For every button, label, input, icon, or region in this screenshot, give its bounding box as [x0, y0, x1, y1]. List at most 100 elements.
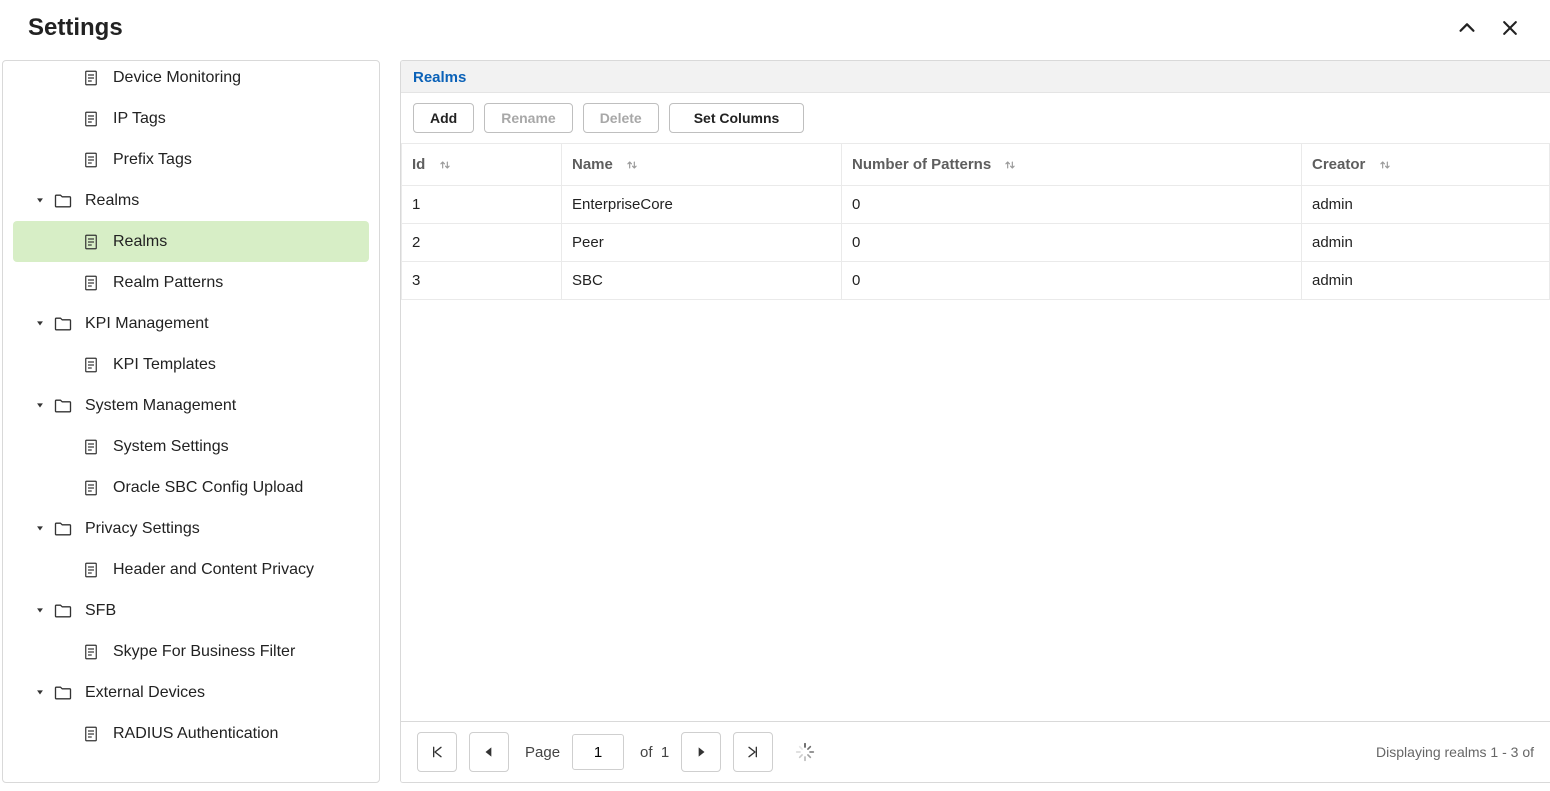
page-first-button[interactable]	[417, 732, 457, 772]
page-next-button[interactable]	[681, 732, 721, 772]
caret-down-icon[interactable]	[33, 192, 47, 210]
rename-button[interactable]: Rename	[484, 103, 572, 133]
col-creator[interactable]: Creator	[1302, 144, 1550, 186]
tree-item-label: IP Tags	[113, 110, 166, 128]
cell-creator: admin	[1302, 262, 1550, 300]
cell-patterns: 0	[842, 186, 1302, 224]
caret-down-icon[interactable]	[33, 315, 47, 333]
page-input[interactable]	[572, 734, 624, 770]
cell-creator: admin	[1302, 224, 1550, 262]
sort-icon	[438, 158, 452, 172]
col-name-label: Name	[572, 156, 613, 173]
tree-item[interactable]: System Settings	[3, 426, 379, 467]
tree-item[interactable]: IP Tags	[3, 98, 379, 139]
tree-item-label: Prefix Tags	[113, 151, 192, 169]
tree-item[interactable]: Device Monitoring	[3, 60, 379, 98]
folder-icon	[53, 683, 73, 703]
page-icon	[81, 273, 101, 293]
tree-item[interactable]: Oracle SBC Config Upload	[3, 467, 379, 508]
settings-header: Settings	[0, 0, 1550, 60]
caret-down-icon[interactable]	[33, 520, 47, 538]
col-id[interactable]: Id	[402, 144, 562, 186]
cell-id: 3	[402, 262, 562, 300]
folder-icon	[53, 314, 73, 334]
tree-item-label: RADIUS Authentication	[113, 725, 278, 743]
page-icon	[81, 478, 101, 498]
cell-name: Peer	[562, 224, 842, 262]
tree-item-label: Header and Content Privacy	[113, 561, 314, 579]
tree-item-label: KPI Management	[85, 315, 209, 333]
page-icon	[81, 355, 101, 375]
tree-folder[interactable]: Privacy Settings	[3, 508, 379, 549]
tree-item[interactable]: Skype For Business Filter	[3, 631, 379, 672]
folder-icon	[53, 519, 73, 539]
folder-icon	[53, 601, 73, 621]
page-icon	[81, 109, 101, 129]
caret-down-icon[interactable]	[33, 602, 47, 620]
tree-item[interactable]: Realms	[13, 221, 369, 262]
delete-button[interactable]: Delete	[583, 103, 659, 133]
page-icon	[81, 560, 101, 580]
settings-tree: Platform DevicesDevice MonitoringIP Tags…	[2, 60, 380, 783]
header-actions	[1456, 17, 1526, 39]
realms-toolbar: Add Rename Delete Set Columns	[401, 93, 1550, 144]
table-row[interactable]: 2Peer0admin	[402, 224, 1550, 262]
page-title: Settings	[28, 14, 1456, 42]
col-creator-label: Creator	[1312, 156, 1365, 173]
close-icon[interactable]	[1500, 18, 1520, 38]
page-last-button[interactable]	[733, 732, 773, 772]
sort-icon	[1003, 158, 1017, 172]
page-prev-button[interactable]	[469, 732, 509, 772]
tree-item-label: Skype For Business Filter	[113, 643, 295, 661]
realms-table: Id Name Number of Patterns	[401, 144, 1550, 300]
page-icon	[81, 642, 101, 662]
total-pages: 1	[661, 744, 669, 761]
tree-item-label: Realms	[85, 192, 139, 210]
page-icon	[81, 232, 101, 252]
tree-item-label: External Devices	[85, 684, 205, 702]
tree-item-label: SFB	[85, 602, 116, 620]
page-icon	[81, 150, 101, 170]
page-label: Page	[525, 744, 560, 761]
panel-title: Realms	[401, 61, 1550, 93]
caret-down-icon[interactable]	[33, 397, 47, 415]
tree-item[interactable]: KPI Templates	[3, 344, 379, 385]
tree-item-label: System Management	[85, 397, 236, 415]
tree-folder[interactable]: External Devices	[3, 672, 379, 713]
tree-folder[interactable]: KPI Management	[3, 303, 379, 344]
pagination-footer: Page of 1	[401, 721, 1550, 782]
tree-item-label: Realms	[113, 233, 167, 251]
col-name[interactable]: Name	[562, 144, 842, 186]
col-patterns[interactable]: Number of Patterns	[842, 144, 1302, 186]
cell-id: 1	[402, 186, 562, 224]
page-icon	[81, 68, 101, 88]
cell-patterns: 0	[842, 224, 1302, 262]
col-id-label: Id	[412, 156, 425, 173]
tree-item-label: Privacy Settings	[85, 520, 200, 538]
sort-icon	[1378, 158, 1392, 172]
cell-name: SBC	[562, 262, 842, 300]
tree-item[interactable]: Realm Patterns	[3, 262, 379, 303]
tree-folder[interactable]: System Management	[3, 385, 379, 426]
tree-item[interactable]: Prefix Tags	[3, 139, 379, 180]
collapse-icon[interactable]	[1456, 17, 1478, 39]
table-header-row: Id Name Number of Patterns	[402, 144, 1550, 186]
of-label: of	[640, 744, 653, 761]
caret-down-icon[interactable]	[33, 684, 47, 702]
add-button[interactable]: Add	[413, 103, 474, 133]
tree-item-label: KPI Templates	[113, 356, 216, 374]
table-row[interactable]: 3SBC0admin	[402, 262, 1550, 300]
col-patterns-label: Number of Patterns	[852, 156, 991, 173]
tree-item[interactable]: RADIUS Authentication	[3, 713, 379, 754]
tree-folder[interactable]: SFB	[3, 590, 379, 631]
realms-panel: Realms Add Rename Delete Set Columns Id	[400, 60, 1550, 783]
table-row[interactable]: 1EnterpriseCore0admin	[402, 186, 1550, 224]
tree-item[interactable]: Header and Content Privacy	[3, 549, 379, 590]
tree-folder[interactable]: Realms	[3, 180, 379, 221]
cell-creator: admin	[1302, 186, 1550, 224]
set-columns-button[interactable]: Set Columns	[669, 103, 805, 133]
folder-icon	[53, 191, 73, 211]
cell-id: 2	[402, 224, 562, 262]
page-icon	[81, 724, 101, 744]
page-icon	[81, 437, 101, 457]
